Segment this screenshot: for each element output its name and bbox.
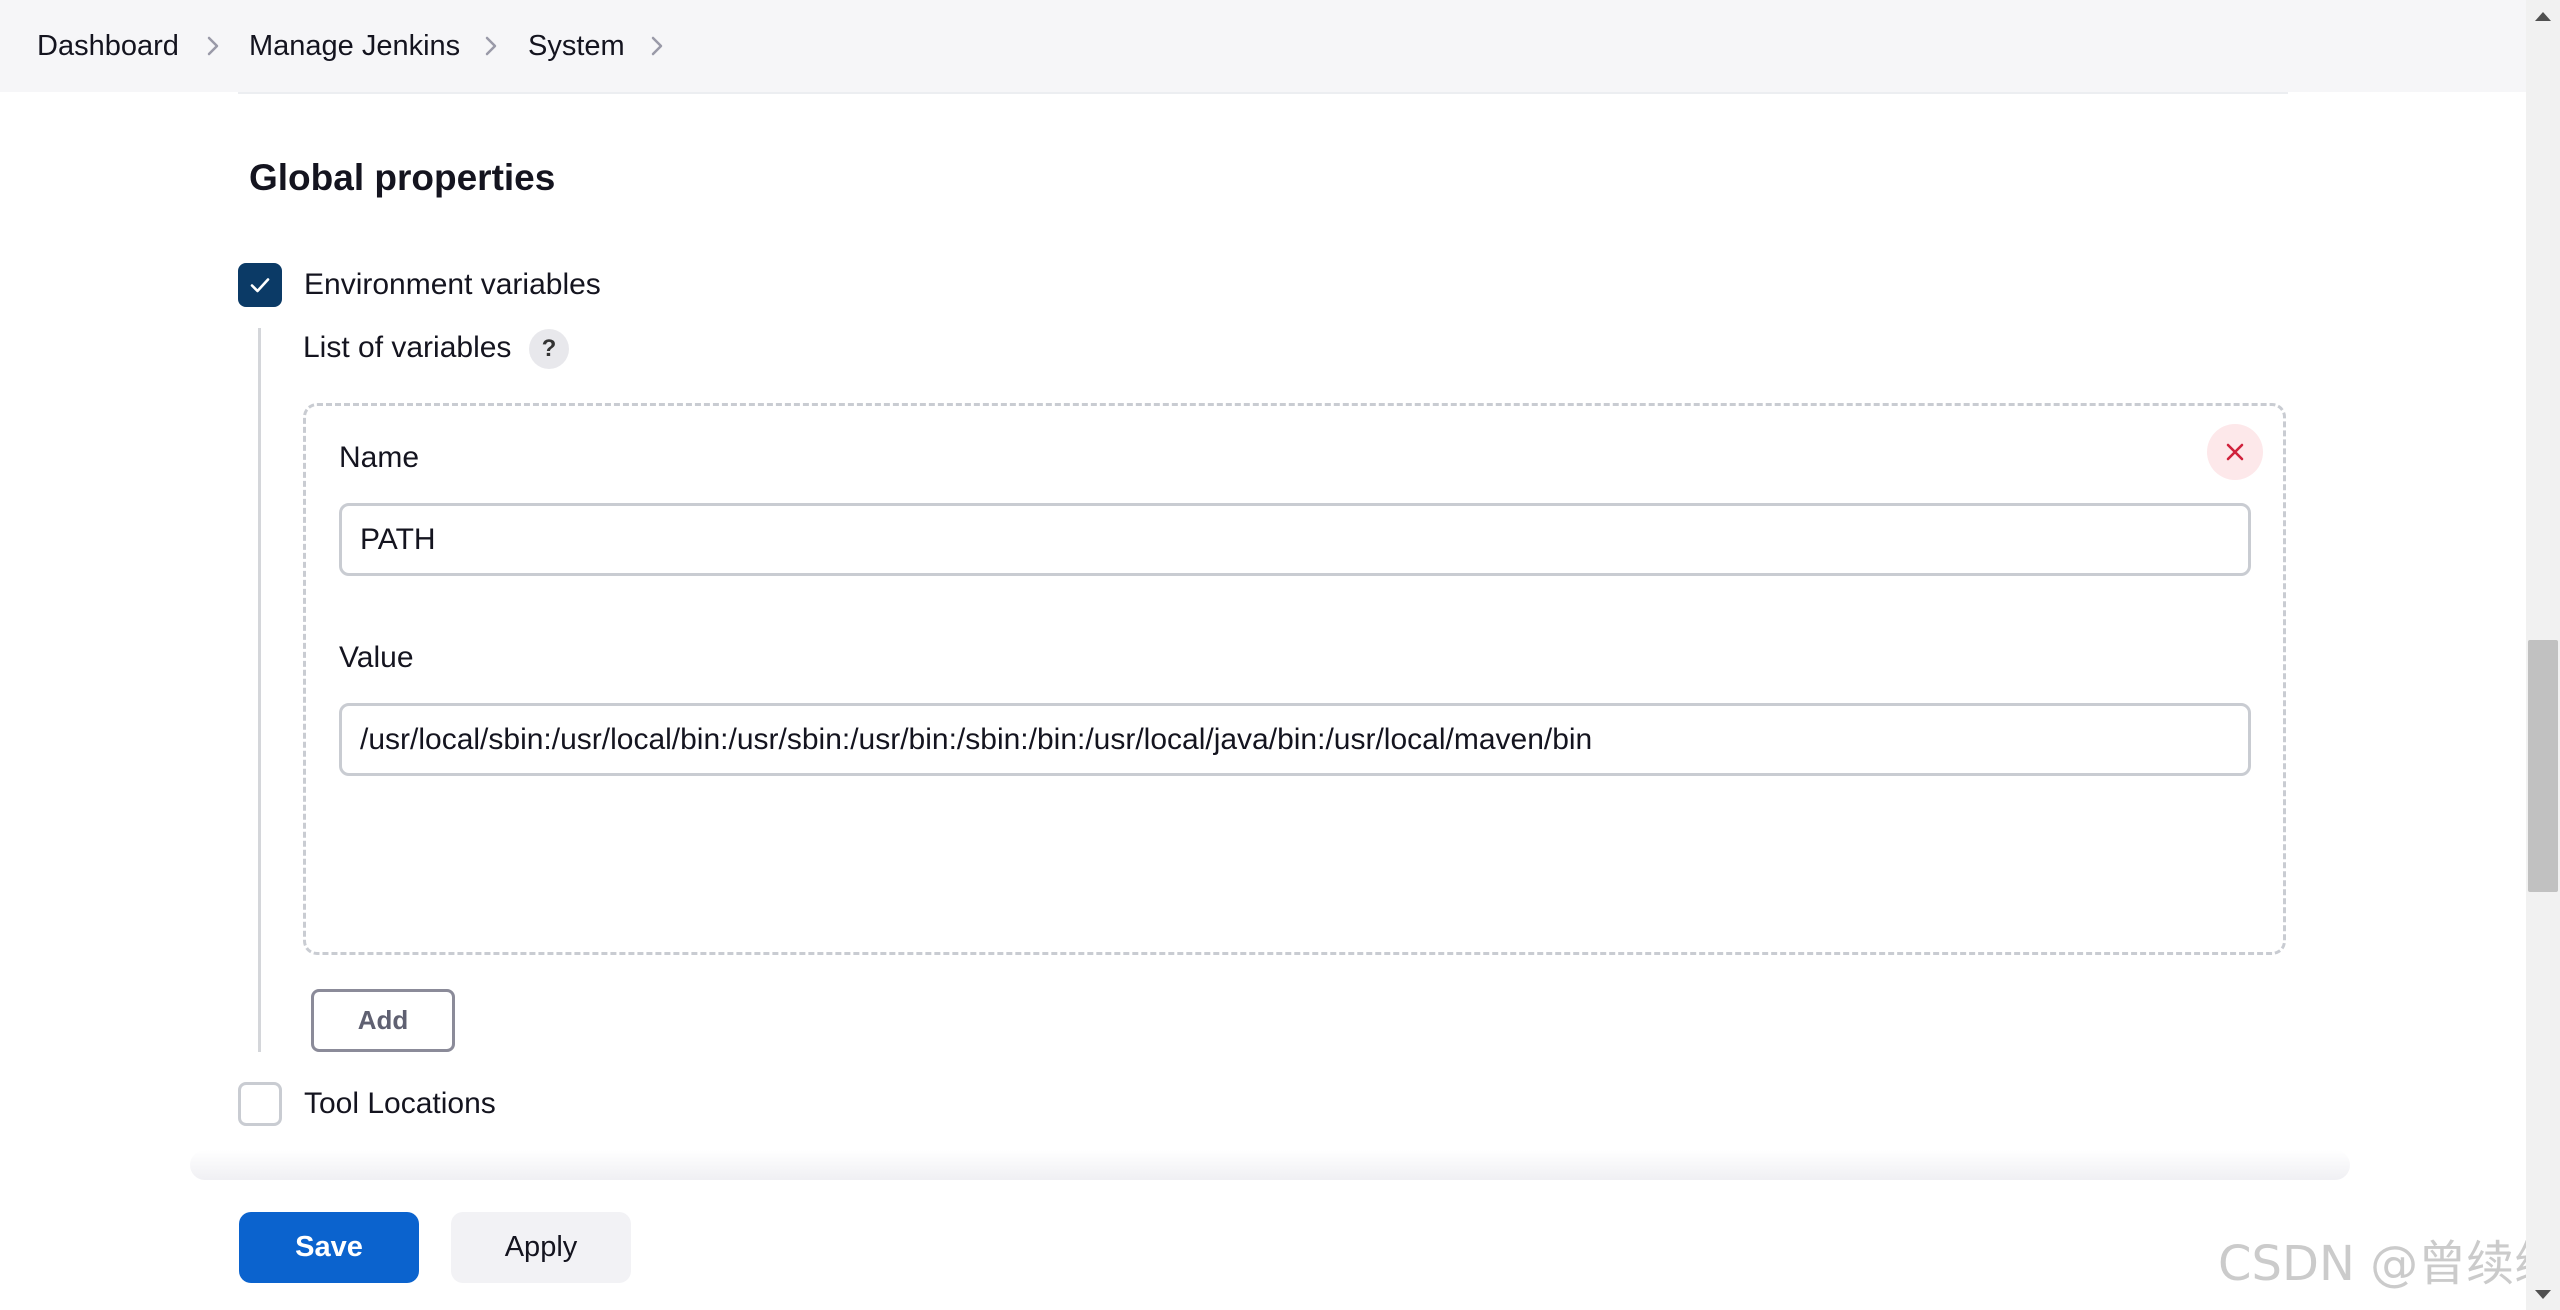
scroll-up-arrow-icon[interactable] — [2535, 12, 2551, 21]
value-input[interactable]: /usr/local/sbin:/usr/local/bin:/usr/sbin… — [339, 703, 2251, 776]
scroll-down-arrow-icon[interactable] — [2535, 1290, 2551, 1299]
remove-variable-button[interactable] — [2207, 424, 2263, 480]
variable-entry — [303, 403, 2286, 955]
header-divider — [238, 92, 2288, 94]
name-input[interactable]: PATH — [339, 503, 2251, 576]
tool-locations-checkbox[interactable] — [238, 1082, 282, 1126]
environment-variables-label[interactable]: Environment variables — [304, 267, 601, 303]
breadcrumb-item-dashboard[interactable]: Dashboard — [37, 28, 179, 64]
help-icon[interactable]: ? — [529, 329, 569, 369]
scrollbar-thumb[interactable] — [2528, 640, 2558, 892]
breadcrumb-item-manage-jenkins[interactable]: Manage Jenkins — [249, 28, 460, 64]
check-icon — [250, 278, 270, 293]
breadcrumb: Dashboard Manage Jenkins System — [0, 0, 2526, 92]
chevron-right-icon — [476, 30, 506, 62]
breadcrumb-item-system[interactable]: System — [528, 28, 625, 64]
chevron-right-icon[interactable] — [642, 30, 672, 62]
nested-section-line — [258, 328, 261, 1052]
list-of-variables-label: List of variables — [303, 331, 512, 364]
apply-button[interactable]: Apply — [451, 1212, 631, 1283]
tool-locations-label[interactable]: Tool Locations — [304, 1086, 496, 1122]
add-variable-button[interactable]: Add — [311, 989, 455, 1052]
value-field-label: Value — [339, 641, 414, 674]
save-button[interactable]: Save — [239, 1212, 419, 1283]
watermark: CSDN @曾续缘 — [2218, 1236, 2560, 1292]
environment-variables-checkbox[interactable] — [238, 263, 282, 307]
section-title: Global properties — [249, 157, 556, 198]
chevron-right-icon — [198, 30, 228, 62]
name-field-label: Name — [339, 441, 420, 474]
action-bar-shadow — [190, 1150, 2350, 1180]
close-icon — [2226, 443, 2244, 461]
